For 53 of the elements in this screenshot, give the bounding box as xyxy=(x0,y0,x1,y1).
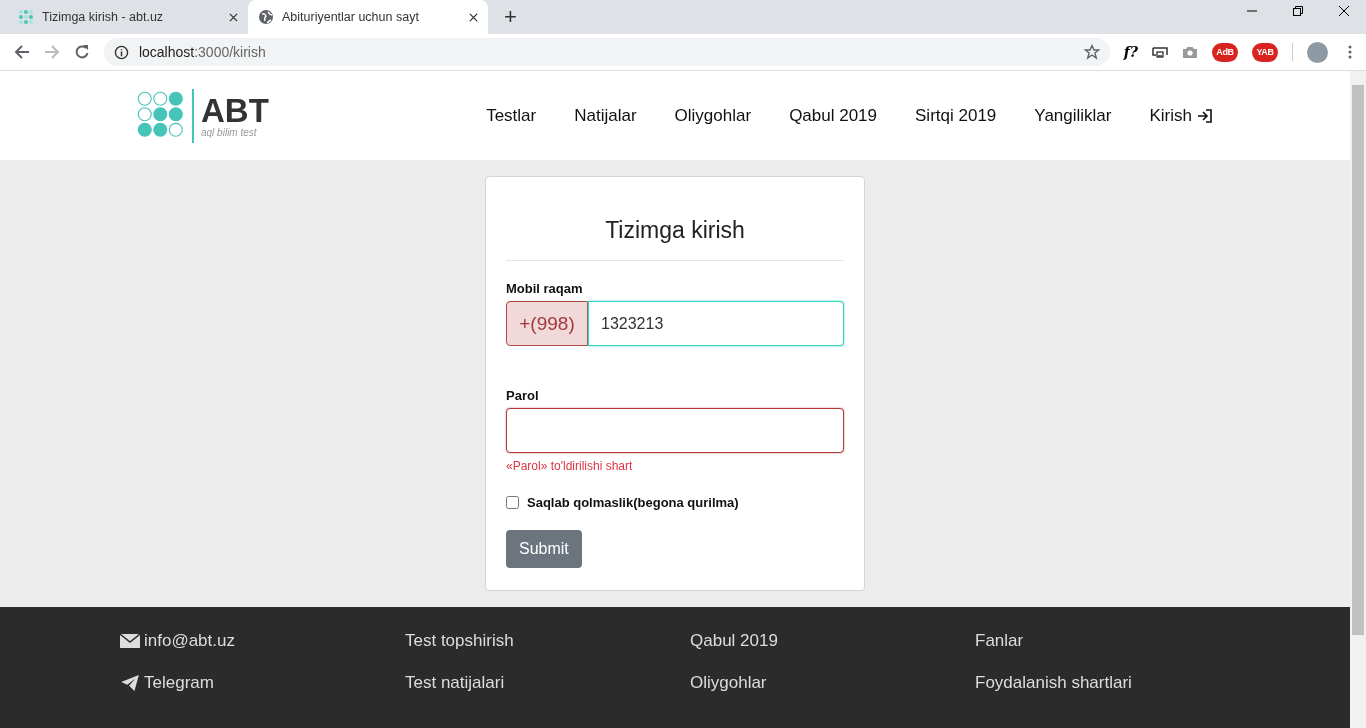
card-title: Tizimga kirish xyxy=(604,217,746,244)
address-bar[interactable]: localhost:3000/kirish xyxy=(103,38,1110,66)
footer-link[interactable]: Foydalanish shartlari xyxy=(975,673,1132,693)
browser-tab[interactable]: Tizimga kirish - abt.uz xyxy=(8,0,248,34)
nav-link[interactable]: Oliygohlar xyxy=(674,105,752,126)
extension-button[interactable]: f? xyxy=(1123,44,1138,60)
nav-link[interactable]: Sirtqi 2019 xyxy=(915,105,997,126)
logo-title: ABT xyxy=(201,93,269,127)
nav-link[interactable]: Qabul 2019 xyxy=(789,105,878,126)
nav-link[interactable]: Natijalar xyxy=(574,105,637,126)
field-label: Parol xyxy=(506,388,540,403)
footer-link[interactable]: Oliygohlar xyxy=(690,673,767,693)
nav-link[interactable]: Yangiliklar xyxy=(1034,105,1112,126)
back-arrow-icon[interactable] xyxy=(14,44,30,60)
extension-button[interactable]: AdB xyxy=(1212,42,1238,62)
info-icon xyxy=(113,44,129,60)
password-input[interactable] xyxy=(506,408,844,453)
restore-icon[interactable] xyxy=(1292,5,1304,17)
url-text: localhost:3000/kirish xyxy=(138,44,267,60)
screen-icon[interactable] xyxy=(1152,44,1168,60)
new-tab-button[interactable]: + xyxy=(504,4,517,30)
error-message: «Parol» to'ldirilishi shart xyxy=(506,459,634,473)
footer-link[interactable]: Qabul 2019 xyxy=(690,631,778,651)
checkbox-label: Saqlab qolmaslik(begona qurilma) xyxy=(527,495,739,510)
checkbox[interactable] xyxy=(506,496,519,509)
logo-subtitle: aql bilim test xyxy=(201,126,258,138)
close-icon[interactable] xyxy=(229,12,238,22)
field-label: Mobil raqam xyxy=(506,281,584,296)
close-icon[interactable] xyxy=(1338,5,1350,17)
submit-button[interactable]: Submit xyxy=(506,530,582,568)
close-icon[interactable] xyxy=(469,12,478,22)
browser-tab[interactable]: Abituriyentlar uchun sayt xyxy=(248,0,488,34)
camera-icon[interactable] xyxy=(1182,44,1198,60)
footer-link[interactable]: Telegram xyxy=(120,673,214,693)
login-icon xyxy=(1197,107,1213,124)
footer-link[interactable]: Fanlar xyxy=(975,631,1024,651)
login-link[interactable]: Kirish xyxy=(1149,105,1213,126)
paper-plane-icon xyxy=(120,675,140,691)
tab-title: Abituriyentlar uchun sayt xyxy=(282,10,420,24)
phone-input[interactable]: 1323213 xyxy=(588,301,844,346)
avatar[interactable] xyxy=(1307,41,1328,63)
nav-link[interactable]: Testlar xyxy=(486,105,537,126)
tab-title: Tizimga kirish - abt.uz xyxy=(42,10,165,24)
extension-button[interactable]: YAB xyxy=(1252,42,1278,62)
phone-prefix: +(998) xyxy=(506,301,588,346)
footer-link[interactable]: Test topshirish xyxy=(405,631,514,651)
star-icon[interactable] xyxy=(1083,44,1100,60)
footer-link[interactable]: info@abt.uz xyxy=(120,631,235,651)
dots-logo-icon xyxy=(18,9,34,25)
scrollbar[interactable] xyxy=(1350,71,1366,728)
reload-icon[interactable] xyxy=(73,44,90,60)
envelope-icon xyxy=(120,633,140,649)
footer-link[interactable]: Test natijalari xyxy=(405,673,505,693)
